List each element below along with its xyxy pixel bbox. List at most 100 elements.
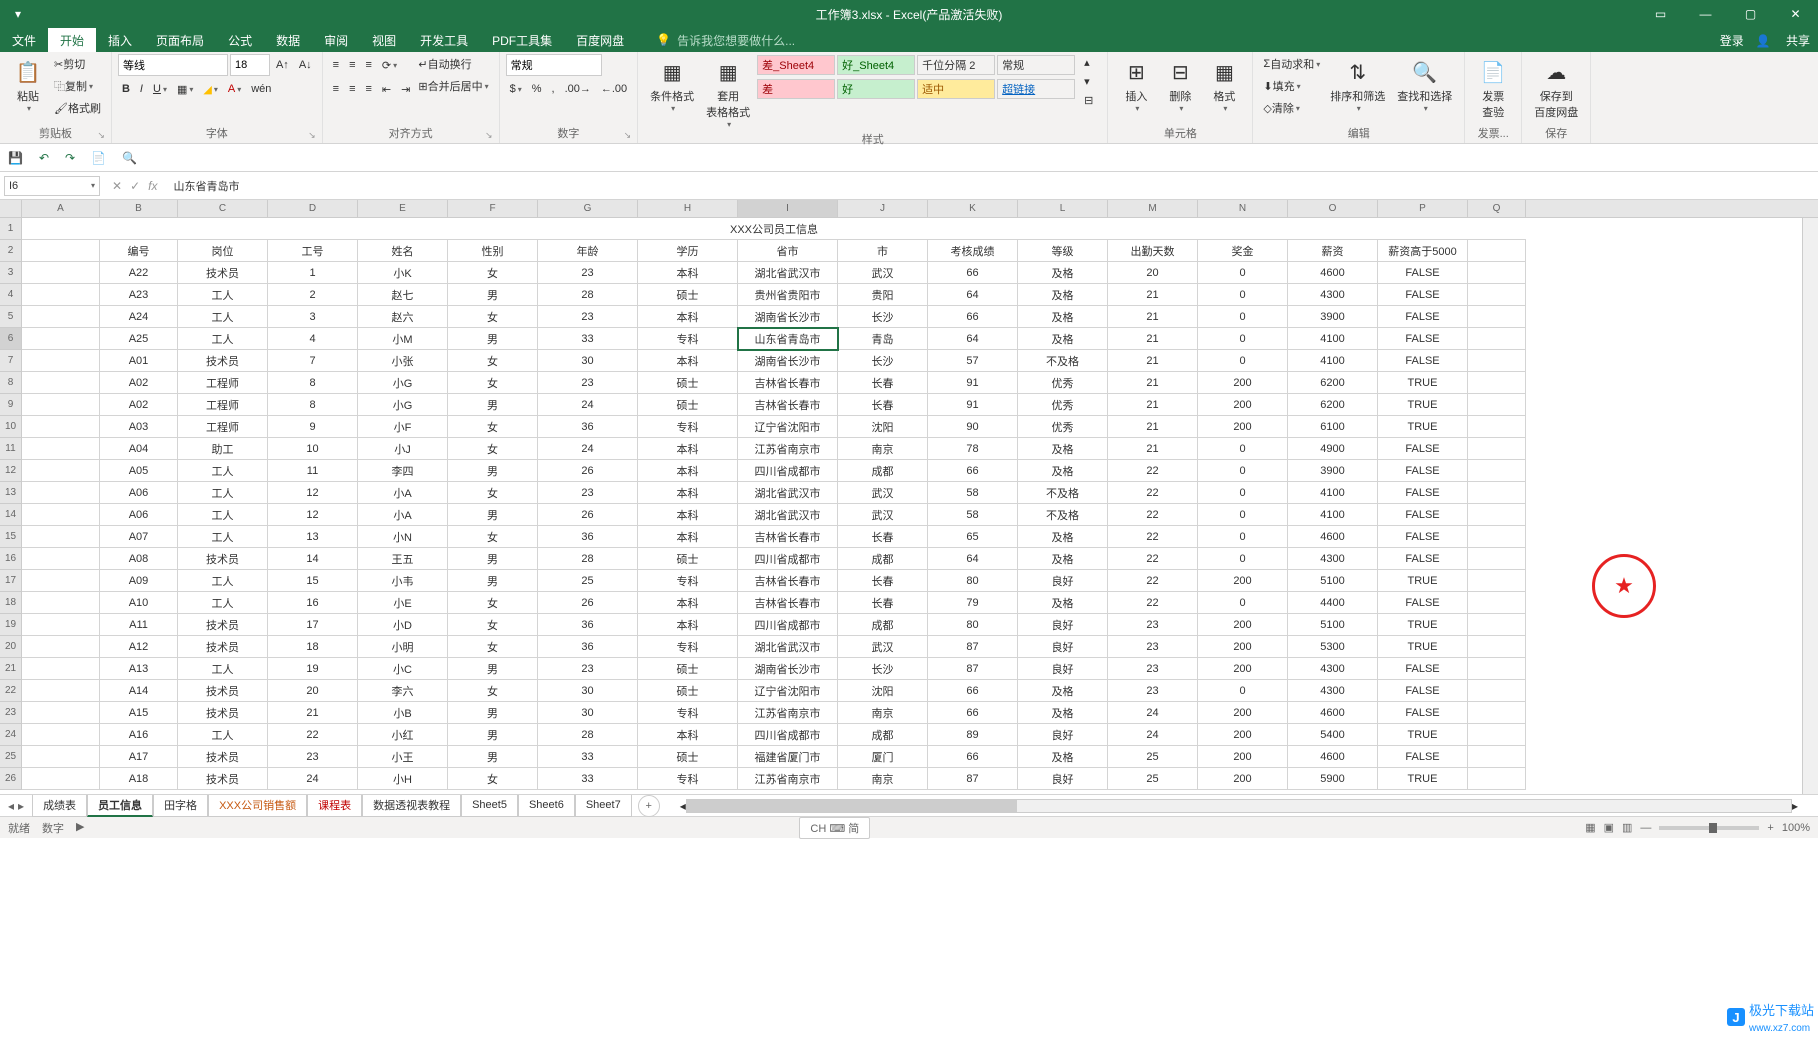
data-cell[interactable]: A25 [100,328,178,350]
fx-icon[interactable]: fx [148,179,157,193]
data-cell[interactable]: 技术员 [178,262,268,284]
data-cell[interactable]: 成都 [838,548,928,570]
bold-button[interactable]: B [118,81,134,97]
data-cell[interactable]: 23 [268,746,358,768]
header-cell[interactable]: 薪资 [1288,240,1378,262]
data-cell[interactable]: 28 [538,548,638,570]
data-cell[interactable] [1468,306,1526,328]
border-button[interactable]: ▦▾ [173,81,197,98]
col-header-D[interactable]: D [268,200,358,217]
data-cell[interactable]: 200 [1198,570,1288,592]
data-cell[interactable]: 23 [538,306,638,328]
data-cell[interactable]: 男 [448,394,538,416]
sheet-tab-数据透视表教程[interactable]: 数据透视表教程 [362,795,461,817]
data-cell[interactable]: 长沙 [838,306,928,328]
data-cell[interactable]: 工程师 [178,372,268,394]
data-cell[interactable] [1468,526,1526,548]
data-cell[interactable]: 南京 [838,768,928,790]
ribbon-display-icon[interactable]: ▾ [4,0,32,28]
data-cell[interactable]: 青岛 [838,328,928,350]
data-cell[interactable]: 23 [1108,680,1198,702]
data-cell[interactable]: 26 [538,460,638,482]
data-cell[interactable]: 12 [268,504,358,526]
data-cell[interactable]: 4300 [1288,658,1378,680]
data-cell[interactable]: 25 [1108,746,1198,768]
data-cell[interactable]: 200 [1198,416,1288,438]
data-cell[interactable]: 江苏省南京市 [738,702,838,724]
header-cell[interactable]: 编号 [100,240,178,262]
data-cell[interactable]: TRUE [1378,416,1468,438]
data-cell[interactable]: 89 [928,724,1018,746]
data-cell[interactable]: 21 [1108,350,1198,372]
data-cell[interactable]: 14 [268,548,358,570]
row-header[interactable]: 2 [0,240,22,262]
data-cell[interactable]: 成都 [838,460,928,482]
data-cell[interactable]: 33 [538,328,638,350]
data-cell[interactable]: 硕士 [638,284,738,306]
data-cell[interactable]: 女 [448,768,538,790]
col-header-H[interactable]: H [638,200,738,217]
data-cell[interactable]: 小K [358,262,448,284]
data-cell[interactable]: 男 [448,658,538,680]
data-cell[interactable]: 2 [268,284,358,306]
data-cell[interactable]: 小M [358,328,448,350]
data-cell[interactable]: 36 [538,614,638,636]
tab-视图[interactable]: 视图 [360,28,408,52]
data-cell[interactable]: 5900 [1288,768,1378,790]
header-cell[interactable]: 出勤天数 [1108,240,1198,262]
data-cell[interactable]: A11 [100,614,178,636]
select-all-corner[interactable] [0,200,22,217]
col-header-J[interactable]: J [838,200,928,217]
data-cell[interactable]: 技术员 [178,548,268,570]
data-cell[interactable]: 小王 [358,746,448,768]
data-cell[interactable]: 33 [538,768,638,790]
row-header[interactable]: 4 [0,284,22,306]
data-cell[interactable]: 湖北省武汉市 [738,262,838,284]
data-cell[interactable]: 64 [928,328,1018,350]
data-cell[interactable]: 王五 [358,548,448,570]
data-cell[interactable]: 4300 [1288,548,1378,570]
data-cell[interactable]: 小F [358,416,448,438]
data-cell[interactable]: A18 [100,768,178,790]
clipboard-launcher[interactable]: ↘ [97,130,105,141]
data-cell[interactable]: 24 [1108,702,1198,724]
format-table-button[interactable]: ▦套用 表格格式▾ [700,54,756,131]
data-cell[interactable]: 200 [1198,768,1288,790]
data-cell[interactable]: 64 [928,284,1018,306]
data-cell[interactable]: 及格 [1018,438,1108,460]
data-cell[interactable] [22,328,100,350]
data-cell[interactable]: 22 [1108,592,1198,614]
data-cell[interactable] [1468,416,1526,438]
header-cell[interactable]: 等级 [1018,240,1108,262]
data-cell[interactable]: 工人 [178,724,268,746]
data-cell[interactable]: 4300 [1288,680,1378,702]
style-hyperlink[interactable]: 超链接 [997,79,1075,99]
data-cell[interactable]: 硕士 [638,658,738,680]
data-cell[interactable]: A12 [100,636,178,658]
data-cell[interactable]: A09 [100,570,178,592]
row-header[interactable]: 5 [0,306,22,328]
data-cell[interactable]: 良好 [1018,614,1108,636]
sheet-nav-last[interactable]: ▸ [18,799,24,813]
data-cell[interactable]: 本科 [638,482,738,504]
font-launcher[interactable]: ↘ [308,130,316,141]
save-baidu-button[interactable]: ☁保存到 百度网盘 [1528,54,1584,122]
header-cell[interactable] [22,240,100,262]
font-color-button[interactable]: A▾ [224,81,245,97]
data-cell[interactable]: 0 [1198,350,1288,372]
data-cell[interactable]: 专科 [638,570,738,592]
data-cell[interactable]: FALSE [1378,460,1468,482]
data-cell[interactable]: 技术员 [178,702,268,724]
row-header[interactable]: 21 [0,658,22,680]
styles-more[interactable]: ⊟ [1080,92,1097,109]
data-cell[interactable] [1468,724,1526,746]
data-cell[interactable]: 长春 [838,372,928,394]
formula-input[interactable]: 山东省青岛市 [165,178,1818,194]
data-cell[interactable]: 不及格 [1018,504,1108,526]
row-header[interactable]: 3 [0,262,22,284]
data-cell[interactable]: 0 [1198,592,1288,614]
sheet-tab-员工信息[interactable]: 员工信息 [87,795,153,817]
row-header[interactable]: 26 [0,768,22,790]
orientation-button[interactable]: ⟳▾ [378,57,401,74]
number-format-select[interactable] [506,54,602,76]
